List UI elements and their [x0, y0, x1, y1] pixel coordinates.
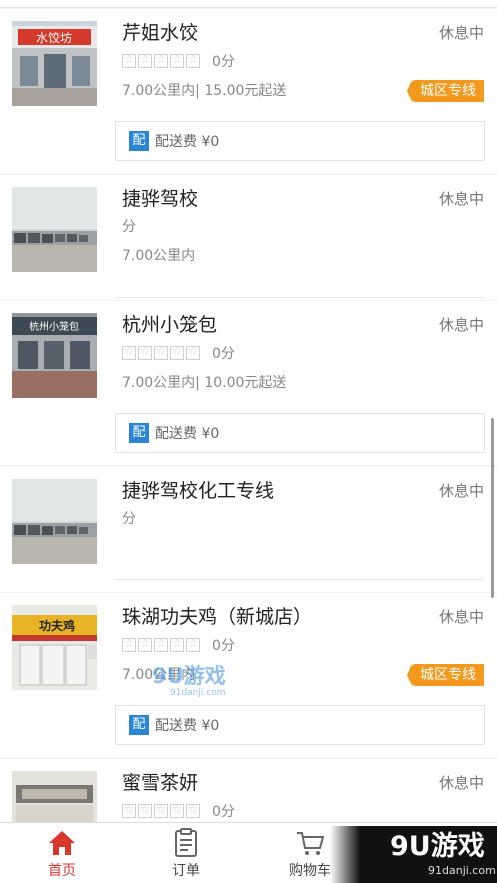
star-icon	[122, 636, 136, 652]
star-rating: 0分	[122, 52, 235, 70]
store-thumbnail	[12, 479, 97, 564]
store-item[interactable]: 蜜雪茶妍 休息中 0分	[0, 759, 497, 822]
store-thumbnail: 功夫鸡	[12, 605, 97, 690]
star-icon	[154, 636, 168, 652]
delivery-fee-text: 配送费 ¥0	[155, 134, 220, 150]
corner-logo-url: 91danji.com	[428, 864, 496, 877]
star-icon	[170, 636, 184, 652]
store-status: 休息中	[438, 190, 484, 208]
star-icon	[186, 802, 200, 818]
distance-info: 7.00公里内| 10.00元起送	[122, 375, 287, 391]
store-thumbnail: 杭州小笼包	[12, 313, 97, 398]
delivery-fee-text: 配送费 ¥0	[155, 426, 220, 442]
watermark-logo: 9U游戏 91danji.com	[152, 664, 252, 702]
star-icon	[138, 636, 152, 652]
store-photo: 功夫鸡	[12, 605, 97, 690]
star-icon	[154, 52, 168, 68]
store-photo	[12, 771, 97, 822]
home-icon	[49, 831, 75, 855]
star-icon	[154, 802, 168, 818]
rating-score: 分	[122, 511, 136, 527]
tab-label: 首页	[48, 863, 76, 879]
store-status: 休息中	[438, 482, 484, 500]
store-thumbnail	[12, 771, 97, 822]
star-icon	[186, 52, 200, 68]
sign-text: 杭州小笼包	[29, 320, 79, 333]
store-name[interactable]: 捷骅驾校	[122, 187, 198, 211]
delivery-badge-icon: 配	[129, 715, 149, 735]
star-icon	[122, 52, 136, 68]
delivery-badge-icon: 配	[129, 131, 149, 151]
scrollbar[interactable]	[491, 418, 494, 598]
rating-score: 0分	[212, 346, 235, 362]
zone-tag: 城区专线	[407, 80, 484, 102]
store-item[interactable]: 水饺坊 芹姐水饺 休息中 0分 7.00公里内| 15.00元起送 城区专线	[0, 9, 497, 173]
store-status: 休息中	[438, 24, 484, 42]
sign-text: 功夫鸡	[39, 618, 75, 633]
sign-text: 水饺坊	[36, 30, 72, 45]
store-name[interactable]: 捷骅驾校化工专线	[122, 479, 274, 503]
star-rating: 0分	[122, 802, 235, 820]
app-screen: 水饺坊 芹姐水饺 休息中 0分 7.00公里内| 15.00元起送 城区专线	[0, 0, 497, 883]
rating-score: 0分	[212, 54, 235, 70]
store-status: 休息中	[438, 774, 484, 792]
tab-home[interactable]: 首页	[0, 823, 124, 883]
star-icon	[154, 344, 168, 360]
row-divider	[115, 297, 484, 298]
star-icon	[122, 802, 136, 818]
tab-orders[interactable]: 订单	[124, 823, 248, 883]
star-icon	[138, 52, 152, 68]
store-photo	[12, 187, 97, 272]
corner-logo-text: 9U游戏	[390, 831, 485, 862]
store-list[interactable]: 水饺坊 芹姐水饺 休息中 0分 7.00公里内| 15.00元起送 城区专线	[0, 0, 497, 822]
star-icon	[138, 344, 152, 360]
watermark-url: 91danji.com	[170, 688, 226, 698]
delivery-fee-box: 配 配送费 ¥0	[115, 121, 485, 161]
store-item[interactable]: 捷骅驾校 休息中 分 7.00公里内	[0, 175, 497, 300]
star-icon	[170, 802, 184, 818]
zone-tag: 城区专线	[407, 664, 484, 686]
star-icon	[122, 344, 136, 360]
star-icon	[170, 52, 184, 68]
store-status: 休息中	[438, 608, 484, 626]
row-divider	[115, 579, 484, 580]
star-icon	[186, 344, 200, 360]
store-photo	[12, 479, 97, 564]
star-icon	[186, 636, 200, 652]
watermark-text: 9U游戏	[152, 664, 226, 688]
delivery-badge-icon: 配	[129, 423, 149, 443]
corner-watermark: 9U游戏 91danji.com	[330, 826, 497, 883]
store-name[interactable]: 芹姐水饺	[122, 21, 198, 45]
rating-score: 0分	[212, 804, 235, 820]
delivery-fee-box: 配 配送费 ¥0	[115, 705, 485, 745]
store-item[interactable]: 捷骅驾校化工专线 休息中 分	[0, 467, 497, 592]
store-status: 休息中	[438, 316, 484, 334]
distance-info: 7.00公里内| 15.00元起送	[122, 83, 287, 99]
order-icon	[175, 828, 197, 857]
store-thumbnail: 水饺坊	[12, 21, 97, 106]
store-photo: 杭州小笼包	[12, 313, 97, 398]
store-name[interactable]: 珠湖功夫鸡（新城店）	[122, 605, 312, 629]
star-rating: 0分	[122, 344, 235, 362]
star-rating: 0分	[122, 636, 235, 654]
delivery-fee-text: 配送费 ¥0	[155, 718, 220, 734]
store-thumbnail	[12, 187, 97, 272]
rating-score: 0分	[212, 638, 235, 654]
store-photo: 水饺坊	[12, 21, 97, 106]
store-name[interactable]: 杭州小笼包	[122, 313, 217, 337]
star-icon	[138, 802, 152, 818]
tab-label: 订单	[172, 863, 200, 879]
cart-icon	[297, 832, 325, 855]
distance-info: 7.00公里内	[122, 248, 196, 264]
list-top-edge	[0, 0, 497, 8]
star-icon	[170, 344, 184, 360]
delivery-fee-box: 配 配送费 ¥0	[115, 413, 485, 453]
rating-score: 分	[122, 219, 136, 235]
store-item[interactable]: 杭州小笼包 杭州小笼包 休息中 0分 7.00公里内| 10.00元起送	[0, 301, 497, 465]
store-name[interactable]: 蜜雪茶妍	[122, 771, 198, 795]
